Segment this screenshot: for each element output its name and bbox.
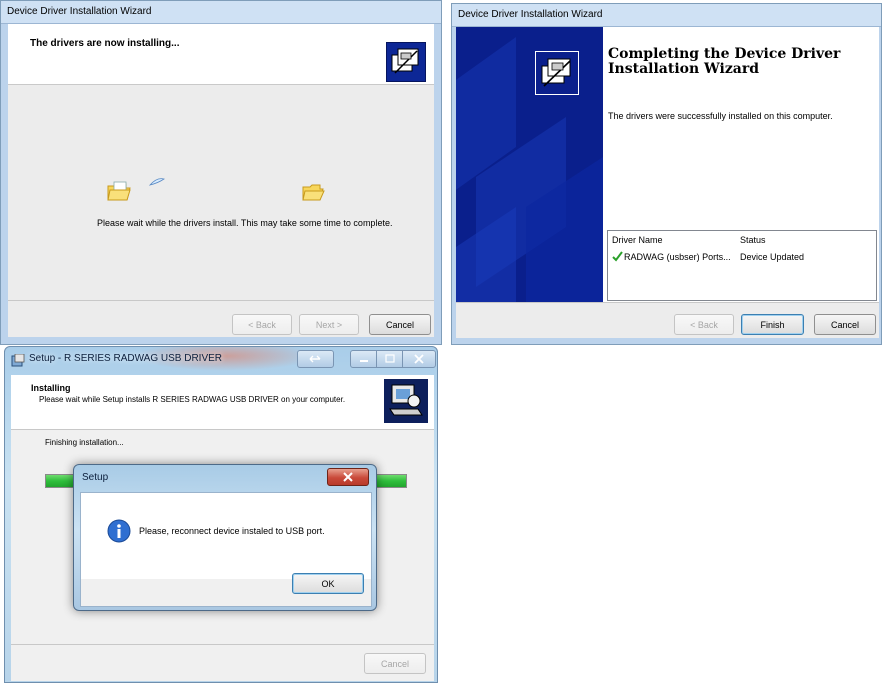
cancel-button[interactable]: Cancel <box>369 314 431 335</box>
setup-app-icon <box>11 353 25 370</box>
column-header-driver-name: Driver Name <box>612 235 663 245</box>
dialog-title: Setup <box>82 472 109 483</box>
restore-caption-button[interactable] <box>297 350 334 368</box>
flying-paper-icon <box>148 177 165 189</box>
checkmark-icon <box>612 251 623 264</box>
page-title: Completing the Device Driver Installatio… <box>608 46 841 77</box>
folder-destination-icon <box>301 182 325 204</box>
driver-install-window-progress: Device Driver Installation Wizard The dr… <box>0 0 442 345</box>
next-button[interactable]: Next > <box>299 314 359 335</box>
info-icon <box>107 519 131 545</box>
setup-message-dialog: Setup Please, reconnect device instaled … <box>73 464 377 611</box>
dialog-message: Please, reconnect device instaled to USB… <box>139 526 325 536</box>
install-status-text: Finishing installation... <box>45 438 124 447</box>
maximize-caption-button[interactable] <box>376 350 404 368</box>
window-title: Device Driver Installation Wizard <box>1 1 441 24</box>
dialog-close-button[interactable] <box>327 468 369 486</box>
minimize-caption-button[interactable] <box>350 350 378 368</box>
folder-source-icon <box>106 180 132 204</box>
header-panel: The drivers are now installing... <box>8 24 434 85</box>
page-title: The drivers are now installing... <box>30 38 180 49</box>
ok-button[interactable]: OK <box>292 573 364 594</box>
finish-button[interactable]: Finish <box>741 314 804 335</box>
back-button[interactable]: < Back <box>674 314 734 335</box>
driver-status-cell: Device Updated <box>740 252 805 262</box>
back-button[interactable]: < Back <box>232 314 292 335</box>
cancel-button[interactable]: Cancel <box>364 653 426 674</box>
install-wait-message: Please wait while the drivers install. T… <box>97 218 393 228</box>
setup-computer-icon <box>384 379 428 423</box>
window-title: Setup - R SERIES RADWAG USB DRIVER <box>29 353 223 364</box>
column-header-status: Status <box>740 235 766 245</box>
content-panel: Please wait while the drivers install. T… <box>8 85 434 300</box>
window-title: Device Driver Installation Wizard <box>452 4 881 27</box>
success-message: The drivers were successfully installed … <box>608 111 833 121</box>
driver-install-window-complete: Device Driver Installation Wizard Comple… <box>451 3 882 345</box>
close-caption-button[interactable] <box>402 350 436 368</box>
dialog-body: Please, reconnect device instaled to USB… <box>80 492 372 581</box>
installer-wizard-icon <box>535 51 579 95</box>
page-title: Installing <box>31 383 71 393</box>
cancel-button[interactable]: Cancel <box>814 314 876 335</box>
page-subtitle: Please wait while Setup installs R SERIE… <box>39 395 346 404</box>
main-panel: Completing the Device Driver Installatio… <box>603 27 879 302</box>
driver-name-cell: RADWAG (usbser) Ports... <box>624 252 731 262</box>
header-panel: Installing Please wait while Setup insta… <box>11 375 434 430</box>
installer-wizard-icon <box>386 42 426 82</box>
driver-status-table: Driver Name Status RADWAG (usbser) Ports… <box>607 230 877 301</box>
wizard-sidebar-graphic <box>456 27 603 302</box>
table-row[interactable]: RADWAG (usbser) Ports... Device Updated <box>610 251 872 265</box>
